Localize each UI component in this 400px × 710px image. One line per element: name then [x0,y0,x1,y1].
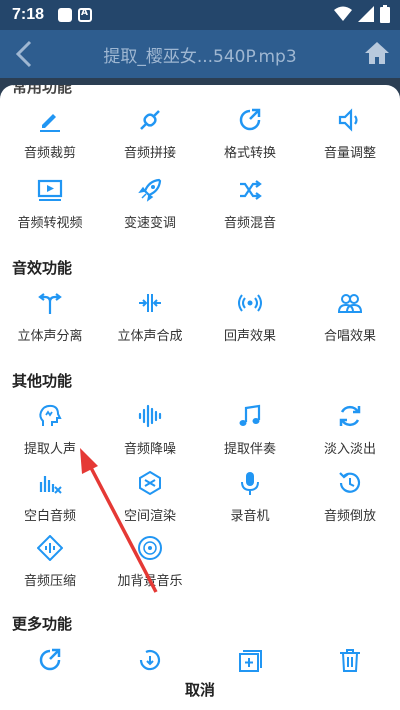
waveform-icon [137,403,163,429]
item-label: 变速变调 [123,216,176,231]
item-more-add-layer[interactable] [200,647,300,677]
item-label: 音频拼接 [123,146,176,161]
item-blank-audio[interactable]: 空白音频 [0,470,100,530]
music-note-icon [237,403,263,429]
item-label: 提取人声 [23,442,76,457]
app-bar: 提取_樱巫女...540P.mp3 [0,30,400,78]
split-arrow-icon [37,290,63,316]
item-label: 空间渲染 [123,509,176,524]
cube-icon [137,470,163,496]
back-arrow-icon[interactable] [10,38,40,70]
item-format-convert[interactable]: 格式转换 [200,107,300,167]
pencil-icon [37,107,63,133]
item-audio-reverse[interactable]: 音频倒放 [300,470,400,530]
home-icon[interactable] [364,40,390,66]
item-label: 合唱效果 [323,329,376,344]
item-label: 格式转换 [223,146,276,161]
function-sheet: 常用功能 音频裁剪 音频拼接 格式转换 音量调整 音频转视频 变速变调 音频混音… [0,85,400,710]
item-label: 回声效果 [223,329,276,344]
wifi-icon [334,6,352,21]
head-voice-icon [37,403,63,429]
item-extract-vocal[interactable]: 提取人声 [0,403,100,463]
bars-x-icon [37,470,63,496]
item-echo-effect[interactable]: 回声效果 [200,290,300,350]
item-recorder[interactable]: 录音机 [200,470,300,530]
item-label: 提取伴奏 [223,442,276,457]
restore-icon [137,647,163,673]
item-more-restore[interactable] [100,647,200,677]
notification-badge-icon: A [78,8,92,22]
item-speed-pitch[interactable]: 变速变调 [100,177,200,237]
item-label: 音频裁剪 [23,146,76,161]
history-icon [337,470,363,496]
group-people-icon [337,290,363,316]
section-title-common: 常用功能 [12,85,73,96]
section-title-more: 更多功能 [12,615,73,633]
battery-icon [380,5,390,23]
item-more-delete[interactable] [300,647,400,677]
convert-arrow-icon [237,107,263,133]
item-label: 立体声合成 [117,329,183,344]
item-label: 音频压缩 [23,574,76,589]
merge-arrows-icon [137,290,163,316]
export-icon [37,647,63,673]
item-stereo-merge[interactable]: 立体声合成 [100,290,200,350]
file-title: 提取_樱巫女...540P.mp3 [103,47,297,67]
section-title-other: 其他功能 [12,372,73,390]
trash-icon [337,647,363,673]
item-label: 淡入淡出 [323,442,376,457]
plug-connector-icon [137,107,163,133]
item-label: 空白音频 [23,509,76,524]
item-fade-in-out[interactable]: 淡入淡出 [300,403,400,463]
item-label: 音频倒放 [323,509,376,524]
cancel-button[interactable]: 取消 [0,675,400,705]
item-more-export[interactable] [0,647,100,677]
item-extract-accomp[interactable]: 提取伴奏 [200,403,300,463]
disc-icon [137,535,163,561]
add-layer-icon [237,647,263,673]
item-label: 音量调整 [323,146,376,161]
section-title-effects: 音效功能 [12,259,73,277]
item-stereo-split[interactable]: 立体声分离 [0,290,100,350]
speaker-volume-icon [337,107,363,133]
item-label: 音频转视频 [17,216,83,231]
video-play-icon [37,177,63,203]
item-label: 立体声分离 [17,329,83,344]
item-audio-to-video[interactable]: 音频转视频 [0,177,100,237]
refresh-icon [337,403,363,429]
shuffle-icon [237,177,263,203]
status-bar: 7:18 A [0,0,400,30]
signal-icon [358,6,374,22]
compress-wave-icon [36,534,64,562]
item-noise-reduce[interactable]: 音频降噪 [100,403,200,463]
rocket-icon [137,177,163,203]
item-audio-compress[interactable]: 音频压缩 [0,534,100,595]
item-audio-mix[interactable]: 音频混音 [200,177,300,237]
microphone-icon [237,470,263,496]
status-time: 7:18 [12,6,45,23]
item-add-bgm[interactable]: 加背景音乐 [100,535,200,595]
item-audio-trim[interactable]: 音频裁剪 [0,107,100,167]
item-volume-adjust[interactable]: 音量调整 [300,107,400,167]
status-icons [334,5,390,23]
item-audio-join[interactable]: 音频拼接 [100,107,200,167]
item-label: 音频混音 [223,216,276,231]
broadcast-icon [237,290,263,316]
item-spatial-render[interactable]: 空间渲染 [100,470,200,530]
item-chorus-effect[interactable]: 合唱效果 [300,290,400,350]
notification-icon [58,8,72,22]
item-label: 录音机 [230,509,270,524]
item-label: 加背景音乐 [117,574,183,589]
item-label: 音频降噪 [123,442,176,457]
